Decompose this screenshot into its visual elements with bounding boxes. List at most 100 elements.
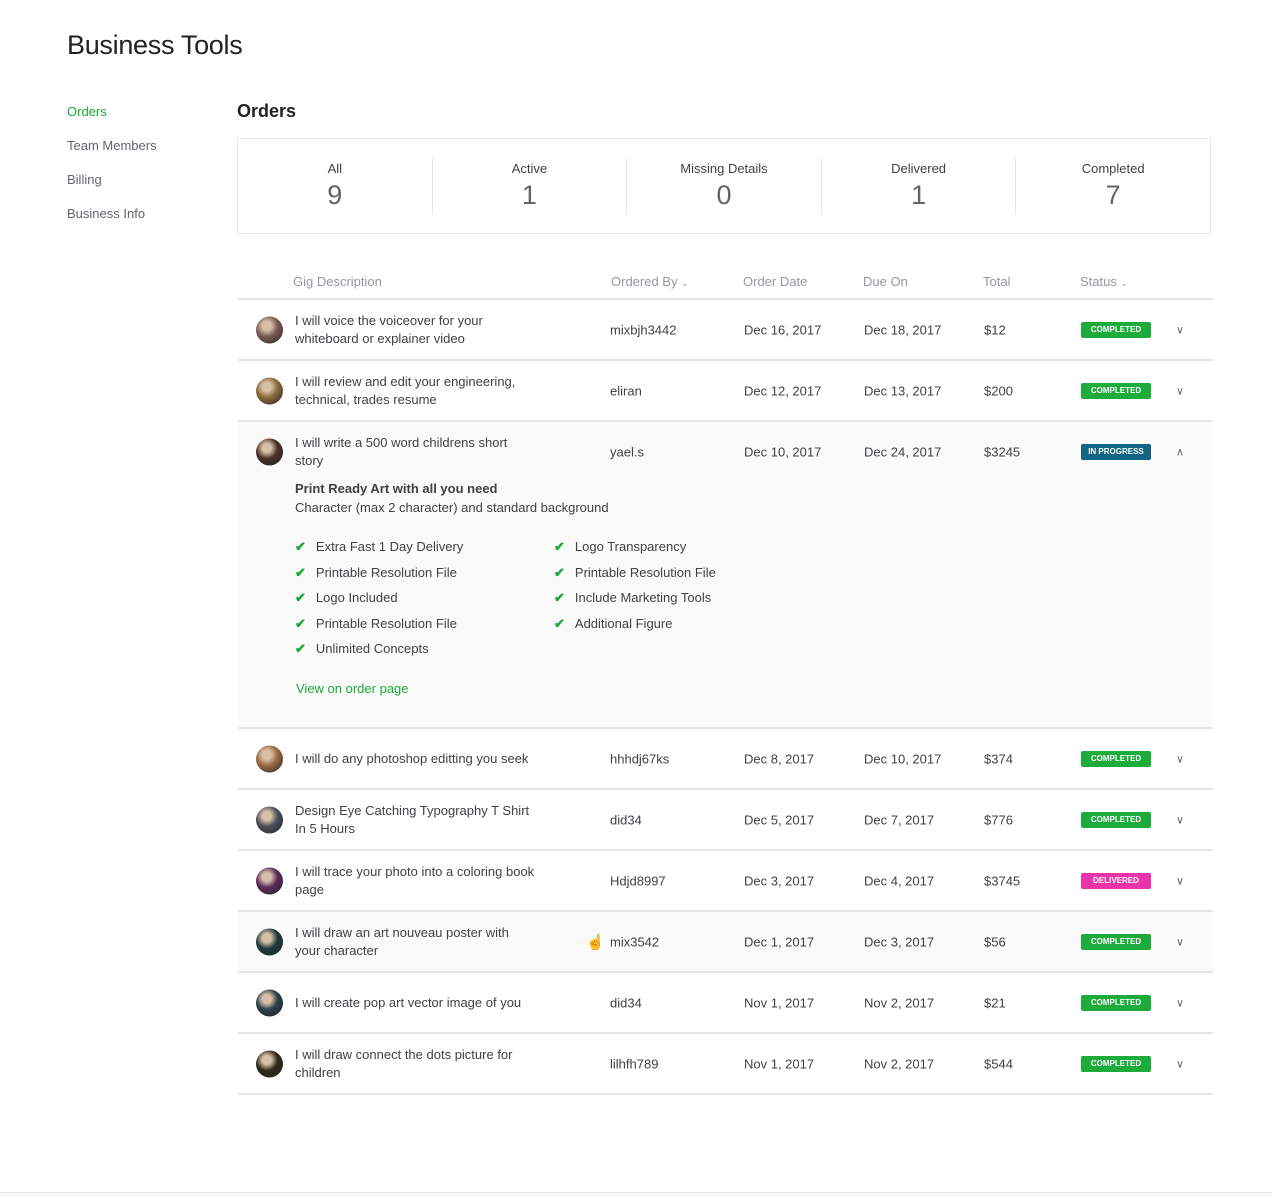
col-label: Ordered By: [611, 274, 677, 289]
chevron-up-icon[interactable]: ∧: [1176, 445, 1184, 458]
due-on: Nov 2, 2017: [864, 995, 934, 1010]
check-icon: ✔: [554, 539, 565, 554]
stat-active[interactable]: Active1: [433, 158, 628, 214]
order-stats: All 9Active1Missing Details0Delivered1Com…: [237, 138, 1211, 234]
row-summary[interactable]: I will voice the voiceover for your whit…: [238, 300, 1213, 359]
chevron-down-icon[interactable]: ∨: [1176, 384, 1184, 397]
due-on: Dec 10, 2017: [864, 751, 941, 766]
col-ordered-by[interactable]: Ordered By ⌄: [611, 274, 689, 289]
gig-description[interactable]: I will write a 500 word childrens short …: [295, 434, 535, 470]
avatar: [256, 989, 283, 1016]
table-row[interactable]: I will trace your photo into a coloring …: [238, 851, 1213, 912]
avatar: [256, 928, 283, 955]
row-summary[interactable]: I will do any photoshop editting you see…: [238, 729, 1213, 788]
avatar: [256, 438, 283, 465]
due-on: Dec 13, 2017: [864, 383, 941, 398]
gig-description[interactable]: I will draw connect the dots picture for…: [295, 1046, 535, 1082]
gig-description[interactable]: I will do any photoshop editting you see…: [295, 750, 535, 768]
stat-all[interactable]: All 9: [238, 158, 433, 214]
total: $374: [984, 751, 1013, 766]
check-icon: ✔: [295, 565, 306, 580]
status-badge: COMPLETED: [1081, 934, 1151, 950]
check-icon: ✔: [295, 641, 306, 656]
table-header: Gig Description Ordered By ⌄ Order Date …: [238, 262, 1213, 300]
table-row[interactable]: I will write a 500 word childrens short …: [238, 422, 1213, 729]
table-row[interactable]: I will create pop art vector image of yo…: [238, 973, 1213, 1034]
stat-value: 1: [433, 180, 627, 211]
status-badge: COMPLETED: [1081, 1056, 1151, 1072]
total: $12: [984, 322, 1006, 337]
chevron-down-icon[interactable]: ∨: [1176, 1057, 1184, 1070]
order-date: Nov 1, 2017: [744, 995, 814, 1010]
chevron-down-icon[interactable]: ∨: [1176, 752, 1184, 765]
row-summary[interactable]: I will trace your photo into a coloring …: [238, 851, 1213, 910]
chevron-down-icon[interactable]: ∨: [1176, 874, 1184, 887]
row-summary[interactable]: I will create pop art vector image of yo…: [238, 973, 1213, 1032]
stat-missing-details[interactable]: Missing Details0: [627, 158, 822, 214]
feature-item: ✔Include Marketing Tools: [554, 590, 711, 606]
feature-label: Additional Figure: [575, 616, 673, 631]
table-row[interactable]: I will review and edit your engineering,…: [238, 361, 1213, 422]
status-badge: IN PROGRESS: [1081, 444, 1151, 460]
col-status[interactable]: Status ⌄: [1080, 274, 1128, 289]
due-on: Dec 18, 2017: [864, 322, 941, 337]
order-date: Dec 3, 2017: [744, 873, 814, 888]
gig-description[interactable]: I will voice the voiceover for your whit…: [295, 312, 535, 348]
sidebar-item-team-members[interactable]: Team Members: [67, 138, 157, 172]
feature-item: ✔Printable Resolution File: [295, 616, 457, 632]
stat-delivered[interactable]: Delivered1: [822, 158, 1017, 214]
total: $56: [984, 934, 1006, 949]
sidebar: Orders Team Members Billing Business Inf…: [67, 104, 157, 240]
order-date: Dec 8, 2017: [744, 751, 814, 766]
ordered-by: yael.s: [610, 444, 644, 459]
due-on: Nov 2, 2017: [864, 1056, 934, 1071]
gig-description[interactable]: I will draw an art nouveau poster with y…: [295, 924, 535, 960]
table-row[interactable]: Design Eye Catching Typography T Shirt I…: [238, 790, 1213, 851]
table-row[interactable]: I will draw connect the dots picture for…: [238, 1034, 1213, 1095]
check-icon: ✔: [295, 539, 306, 554]
feature-item: ✔Extra Fast 1 Day Delivery: [295, 539, 463, 555]
stat-value: 9: [238, 180, 432, 211]
view-order-page-link[interactable]: View on order page: [296, 681, 409, 696]
chevron-down-icon: ⌄: [681, 278, 689, 288]
avatar: [256, 806, 283, 833]
status-badge: COMPLETED: [1081, 383, 1151, 399]
col-total: Total: [983, 274, 1010, 289]
chevron-down-icon[interactable]: ∨: [1176, 996, 1184, 1009]
gig-description[interactable]: I will create pop art vector image of yo…: [295, 994, 535, 1012]
total: $3745: [984, 873, 1020, 888]
chevron-down-icon: ⌄: [1120, 278, 1128, 288]
row-summary[interactable]: I will review and edit your engineering,…: [238, 361, 1213, 420]
row-summary[interactable]: I will write a 500 word childrens short …: [238, 422, 1213, 481]
status-badge: COMPLETED: [1081, 322, 1151, 338]
stat-completed[interactable]: Completed7: [1016, 158, 1210, 214]
feature-label: Printable Resolution File: [316, 616, 457, 631]
feature-label: Printable Resolution File: [575, 565, 716, 580]
table-row[interactable]: I will do any photoshop editting you see…: [238, 729, 1213, 790]
col-due-on: Due On: [863, 274, 908, 289]
stat-label: Missing Details: [627, 161, 821, 176]
col-gig-description: Gig Description: [293, 274, 382, 289]
table-row[interactable]: I will draw an art nouveau poster with y…: [238, 912, 1213, 973]
due-on: Dec 7, 2017: [864, 812, 934, 827]
row-summary[interactable]: I will draw an art nouveau poster with y…: [238, 912, 1213, 971]
gig-description[interactable]: Design Eye Catching Typography T Shirt I…: [295, 802, 535, 838]
row-summary[interactable]: Design Eye Catching Typography T Shirt I…: [238, 790, 1213, 849]
row-summary[interactable]: I will draw connect the dots picture for…: [238, 1034, 1213, 1093]
sidebar-item-billing[interactable]: Billing: [67, 172, 157, 206]
chevron-down-icon[interactable]: ∨: [1176, 813, 1184, 826]
gig-description[interactable]: I will trace your photo into a coloring …: [295, 863, 535, 899]
avatar: [256, 1050, 283, 1077]
sidebar-item-business-info[interactable]: Business Info: [67, 206, 157, 240]
status-badge: DELIVERED: [1081, 873, 1151, 889]
check-icon: ✔: [554, 590, 565, 605]
stat-label: All: [238, 161, 432, 176]
chevron-down-icon[interactable]: ∨: [1176, 935, 1184, 948]
order-detail: Print Ready Art with all you needCharact…: [238, 481, 1213, 727]
gig-description[interactable]: I will review and edit your engineering,…: [295, 373, 535, 409]
sidebar-item-orders[interactable]: Orders: [67, 104, 157, 138]
chevron-down-icon[interactable]: ∨: [1176, 323, 1184, 336]
order-date: Dec 12, 2017: [744, 383, 821, 398]
table-row[interactable]: I will voice the voiceover for your whit…: [238, 300, 1213, 361]
order-date: Dec 10, 2017: [744, 444, 821, 459]
